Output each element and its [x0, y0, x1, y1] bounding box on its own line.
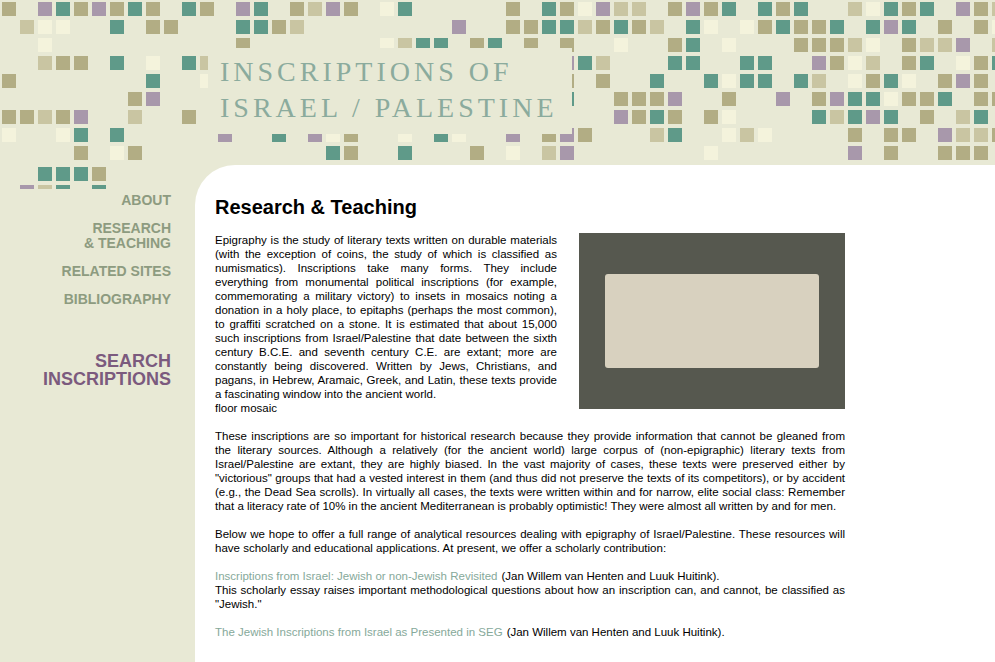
paragraph: These inscriptions are so important for …: [215, 429, 845, 513]
page-heading: Research & Teaching: [215, 195, 845, 219]
nav-item[interactable]: ABOUT: [121, 193, 171, 208]
resource-item: Inscriptions from Israel: Jewish or non-…: [215, 569, 845, 611]
nav-item[interactable]: RESEARCH& TEACHING: [84, 221, 171, 251]
paragraph: Below we hope to offer a full range of a…: [215, 527, 845, 555]
resource-link[interactable]: Inscriptions from Israel: Jewish or non-…: [215, 570, 498, 582]
site-title[interactable]: INSCRIPTIONS OFISRAEL / PALESTINE: [208, 48, 572, 134]
header: INSCRIPTIONS OFISRAEL / PALESTINE: [0, 0, 995, 165]
inscription-photo: [579, 233, 845, 409]
nav-item[interactable]: RELATED SITES: [62, 264, 171, 279]
resource-authors: (Jan Willem van Henten and Luuk Huitink)…: [502, 570, 720, 582]
resource-link[interactable]: The Jewish Inscriptions from Israel as P…: [215, 626, 503, 638]
search-inscriptions-link[interactable]: SEARCHINSCRIPTIONS: [43, 352, 171, 388]
resource-description: This scholarly essay raises important me…: [215, 583, 845, 611]
resource-item: The Jewish Inscriptions from Israel as P…: [215, 625, 845, 639]
sidebar: ABOUT RESEARCH& TEACHING RELATED SITES BIBL…: [0, 165, 195, 662]
content-panel: Research & Teaching Epigraphy is the stu…: [195, 165, 995, 662]
mosaic-pattern: [0, 165, 195, 189]
page: INSCRIPTIONS OFISRAEL / PALESTINE ABOUT R…: [0, 0, 995, 662]
resource-authors: (Jan Willem van Henten and Luuk Huitink)…: [507, 626, 725, 638]
nav-item[interactable]: BIBLIOGRAPHY: [64, 292, 171, 307]
